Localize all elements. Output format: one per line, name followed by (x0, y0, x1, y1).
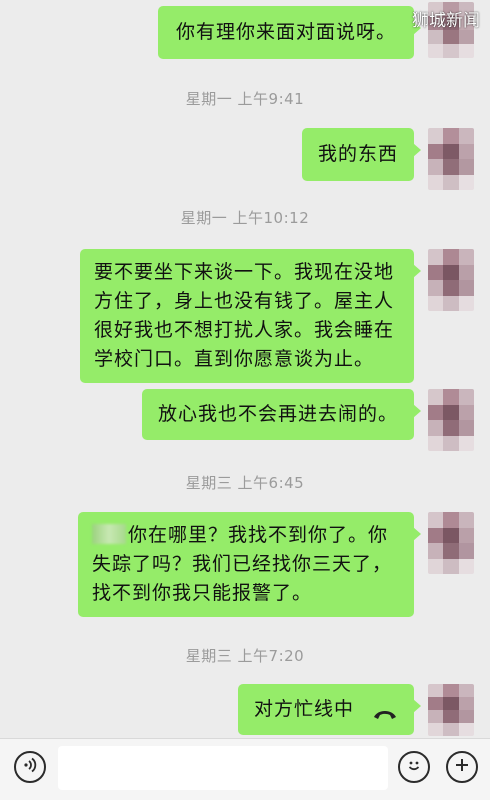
message-row: 放心我也不会再进去闹的。 (141, 389, 474, 451)
call-status-bubble[interactable]: 对方忙线中 (237, 684, 422, 735)
message-line: 要不要坐下来谈一下。我现在没地 (94, 261, 395, 283)
message-text: 放心我也不会再进去闹的。 (157, 403, 398, 425)
emoji-button[interactable] (398, 751, 430, 783)
input-bar (0, 738, 490, 800)
message-text: 你有理你来面对面说呀。 (175, 21, 396, 43)
chat-area[interactable]: 你有理你来面对面说呀。 星期一 上午9:41 我的东西 星期一 上午10:12 … (0, 0, 490, 738)
message-bubble[interactable]: 你有理你来面对面说呀。 (157, 6, 422, 59)
message-row: 要不要坐下来谈一下。我现在没地 方住了，身上也没有钱了。屋主人 很好我也不想打扰… (80, 249, 474, 383)
user-avatar[interactable] (428, 249, 474, 311)
add-button[interactable] (446, 751, 478, 783)
phone-hangup-icon (372, 702, 398, 719)
message-bubble[interactable]: 放心我也不会再进去闹的。 (141, 389, 422, 440)
watermark: 狮城新闻 (412, 11, 480, 31)
user-avatar[interactable] (428, 512, 474, 574)
message-line: 找不到你我只能报警了。 (92, 582, 313, 604)
timestamp: 星期三 上午7:20 (185, 647, 305, 665)
message-bubble[interactable]: 我的东西 (301, 128, 422, 181)
message-row: 对方忙线中 (237, 684, 474, 736)
message-bubble[interactable]: 要不要坐下来谈一下。我现在没地 方住了，身上也没有钱了。屋主人 很好我也不想打扰… (80, 249, 421, 383)
message-input[interactable] (58, 746, 388, 790)
message-text: 对方忙线中 (253, 698, 354, 720)
message-line: 方住了，身上也没有钱了。屋主人 (94, 290, 395, 312)
user-avatar[interactable] (428, 389, 474, 451)
redacted-name (92, 524, 126, 544)
message-line: 你在哪里？我找不到你了。你 (92, 521, 400, 550)
message-line: 失踪了吗？我们已经找你三天了， (92, 553, 393, 575)
timestamp: 星期一 上午9:41 (185, 90, 305, 108)
message-bubble[interactable]: 你在哪里？我找不到你了。你 失踪了吗？我们已经找你三天了， 找不到你我只能报警了… (78, 512, 421, 617)
user-avatar[interactable] (428, 684, 474, 736)
message-text: 我的东西 (317, 143, 398, 165)
message-line: 学校门口。直到你愿意谈为止。 (94, 348, 375, 370)
plus-icon (453, 756, 471, 778)
message-line-text: 你在哪里？我找不到你了。你 (128, 524, 389, 546)
voice-icon (21, 756, 39, 778)
timestamp: 星期三 上午6:45 (185, 474, 305, 492)
message-line: 很好我也不想打扰人家。我会睡在 (94, 319, 395, 341)
voice-button[interactable] (14, 751, 46, 783)
emoji-icon (404, 755, 424, 779)
message-row: 你在哪里？我找不到你了。你 失踪了吗？我们已经找你三天了， 找不到你我只能报警了… (78, 512, 474, 617)
timestamp: 星期一 上午10:12 (180, 209, 310, 227)
user-avatar[interactable] (428, 128, 474, 190)
message-row: 我的东西 (301, 128, 474, 190)
